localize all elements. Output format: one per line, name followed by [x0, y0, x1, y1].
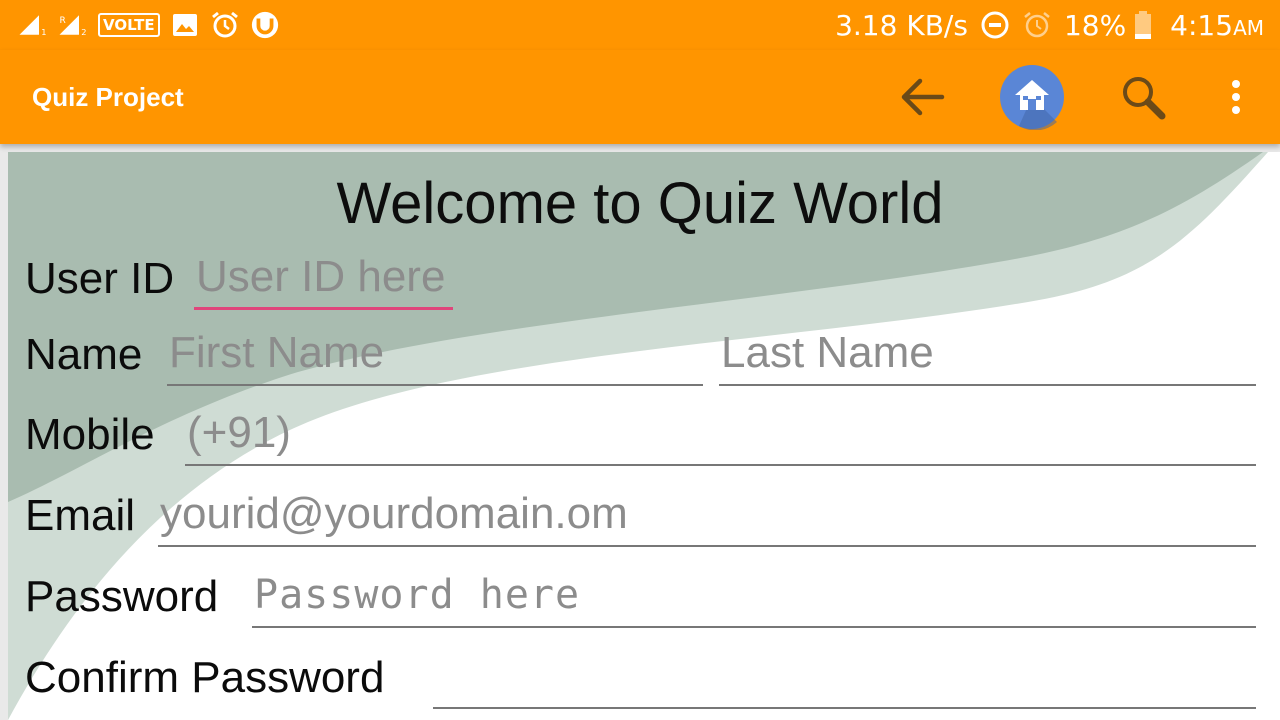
user-id-row: User ID [25, 240, 1265, 310]
password-row: Password [25, 558, 1265, 628]
name-label: Name [25, 330, 143, 379]
mobile-row: Mobile [25, 396, 1265, 466]
email-label: Email [25, 491, 136, 540]
signal-roaming-icon: R 2 [58, 10, 88, 40]
more-vert-icon [1232, 80, 1240, 114]
search-icon [1123, 77, 1166, 120]
confirm-password-label: Confirm Password [25, 653, 385, 702]
mobile-input[interactable] [185, 406, 1256, 466]
home-icon [1000, 65, 1064, 130]
more-options-button[interactable] [1203, 64, 1269, 130]
svg-text:1: 1 [41, 27, 46, 37]
alarm-icon [1022, 10, 1052, 40]
volte-icon: VOLTE [98, 13, 160, 37]
status-bar: 1 R 2 VOLTE 3.18 KB/s 18% 4:15AM [0, 0, 1280, 50]
search-button[interactable] [1110, 64, 1176, 130]
status-bar-right: 3.18 KB/s 18% 4:15AM [835, 0, 1264, 50]
status-bar-left: 1 R 2 VOLTE [18, 0, 280, 50]
confirm-password-input[interactable] [433, 649, 1256, 709]
first-name-input[interactable] [167, 326, 703, 386]
svg-text:R: R [60, 16, 66, 26]
battery-icon [1128, 10, 1158, 40]
data-saver-icon [980, 10, 1010, 40]
password-label: Password [25, 572, 219, 621]
image-icon [170, 10, 200, 40]
name-row: Name [25, 316, 1265, 386]
network-speed: 3.18 KB/s [835, 8, 968, 42]
signal-icon: 1 [18, 10, 48, 40]
form-title: Welcome to Quiz World [336, 171, 944, 236]
clock: 4:15AM [1170, 8, 1264, 42]
back-arrow-icon [901, 78, 945, 116]
registration-card: Welcome to Quiz World User ID Name Mobil… [8, 152, 1280, 720]
app-bar: Quiz Project [0, 50, 1280, 144]
home-button[interactable] [999, 64, 1065, 130]
mobile-label: Mobile [25, 410, 155, 459]
svg-text:2: 2 [81, 27, 86, 37]
password-input[interactable] [252, 568, 1256, 628]
last-name-input[interactable] [719, 326, 1256, 386]
user-id-label: User ID [25, 254, 175, 303]
app-title: Quiz Project [32, 82, 184, 112]
alarm-icon [210, 10, 240, 40]
user-id-input[interactable] [194, 250, 453, 310]
back-button[interactable] [888, 64, 954, 130]
email-row: Email [25, 477, 1265, 547]
confirm-password-row: Confirm Password [25, 639, 1265, 709]
battery-percent: 18% [1063, 8, 1127, 42]
utorrent-icon [250, 10, 280, 40]
email-input[interactable] [158, 487, 1256, 547]
